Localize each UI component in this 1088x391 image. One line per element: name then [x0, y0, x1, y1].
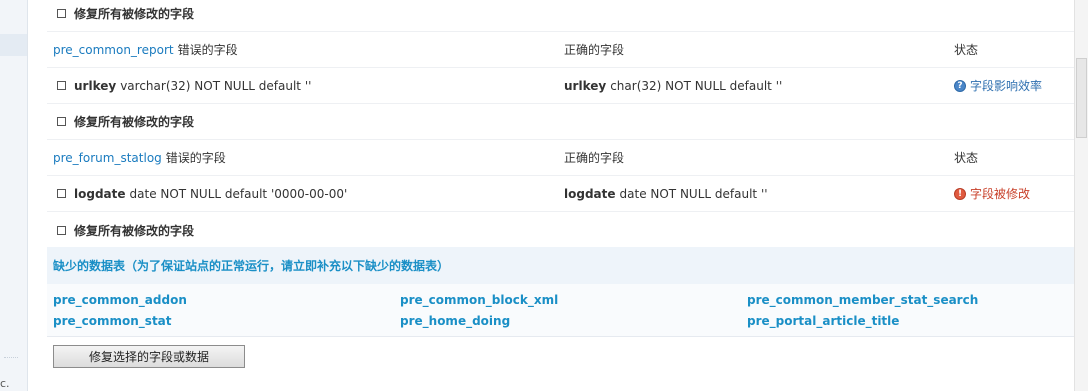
fix-all-row: 修复所有被修改的字段 [47, 104, 1075, 140]
fix-all-checkbox[interactable] [57, 117, 66, 126]
missing-tables-header: 缺少的数据表（为了保证站点的正常运行，请立即补充以下缺少的数据表） [47, 247, 1075, 284]
field-row: urlkey varchar(32) NOT NULL default '' u… [47, 68, 1075, 104]
warning-icon: ! [954, 187, 966, 200]
missing-tables-list: pre_common_addon pre_common_block_xml pr… [47, 284, 1075, 337]
fix-all-checkbox[interactable] [57, 9, 66, 18]
fix-all-label: 修复所有被修改的字段 [74, 7, 195, 21]
correct-field-label: 正确的字段 [564, 43, 625, 57]
wrong-field-name: logdate [74, 186, 126, 201]
correct-field-name: urlkey [564, 78, 607, 93]
missing-table-item[interactable]: pre_home_doing [400, 314, 510, 328]
status-header: 状态 [954, 151, 979, 165]
field-checkbox[interactable] [57, 81, 66, 90]
repair-selected-button[interactable]: 修复选择的字段或数据 [53, 345, 245, 368]
status-header: 状态 [954, 43, 979, 57]
wrong-field-definition: date NOT NULL default '0000-00-00' [129, 186, 348, 201]
field-checkbox[interactable] [57, 189, 66, 198]
scrollbar-thumb[interactable] [1076, 58, 1087, 138]
fix-all-label: 修复所有被修改的字段 [74, 115, 195, 129]
sidebar-selected-band[interactable] [0, 34, 27, 56]
missing-tables-title: 缺少的数据表（为了保证站点的正常运行，请立即补充以下缺少的数据表） [53, 259, 450, 273]
fix-all-checkbox[interactable] [57, 225, 66, 235]
missing-table-item[interactable]: pre_common_member_stat_search [747, 293, 978, 307]
wrong-field-label: 错误的字段 [165, 151, 226, 165]
table-name-link[interactable]: pre_common_report [53, 43, 174, 57]
missing-table-item[interactable]: pre_portal_article_title [747, 314, 899, 328]
wrong-field-label: 错误的字段 [177, 43, 238, 57]
correct-field-definition: date NOT NULL default '' [619, 186, 768, 201]
table-name-link[interactable]: pre_forum_statlog [53, 151, 162, 165]
sidebar-divider [4, 357, 18, 358]
correct-field-label: 正确的字段 [564, 151, 625, 165]
field-row: logdate date NOT NULL default '0000-00-0… [47, 176, 1075, 212]
left-sidebar: c. [0, 0, 28, 391]
missing-table-item[interactable]: pre_common_block_xml [400, 293, 558, 307]
wrong-field-name: urlkey [74, 78, 117, 93]
info-icon: ? [954, 79, 966, 92]
missing-table-item[interactable]: pre_common_stat [53, 314, 172, 328]
vertical-scrollbar[interactable] [1074, 0, 1088, 391]
sidebar-text-fragment: c. [0, 377, 10, 390]
repair-panel: 修复所有被修改的字段 pre_common_report 错误的字段 正确的字段… [47, 0, 1075, 391]
field-status-text: 字段被修改 [970, 187, 1031, 201]
fix-all-label: 修复所有被修改的字段 [74, 223, 195, 238]
table-header-row: pre_forum_statlog 错误的字段 正确的字段 状态 [47, 140, 1075, 176]
wrong-field-definition: varchar(32) NOT NULL default '' [120, 78, 312, 93]
correct-field-name: logdate [564, 186, 616, 201]
table-header-row: pre_common_report 错误的字段 正确的字段 状态 [47, 32, 1075, 68]
missing-table-item[interactable]: pre_common_addon [53, 293, 187, 307]
field-status-text: 字段影响效率 [970, 79, 1043, 93]
fix-all-row: 修复所有被修改的字段 [47, 212, 1075, 248]
fix-all-row: 修复所有被修改的字段 [47, 0, 1075, 32]
correct-field-definition: char(32) NOT NULL default '' [610, 78, 783, 93]
